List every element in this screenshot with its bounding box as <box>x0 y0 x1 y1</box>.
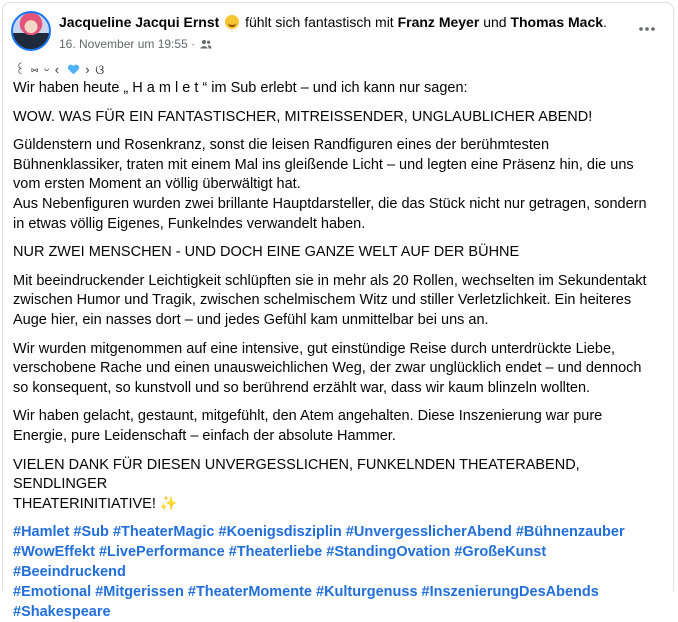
thanks-line-2: THEATERINITIATIVE! ✨ <box>13 495 661 515</box>
blue-heart-icon <box>68 65 78 74</box>
hashtag-link[interactable]: #StandingOvation <box>326 544 450 560</box>
more-dots-icon <box>639 27 655 31</box>
hashtag-link[interactable]: #Sub <box>73 524 108 540</box>
sparkles-icon: ✨ <box>159 495 178 512</box>
feeling-text: fühlt sich fantastisch mit <box>245 14 394 30</box>
paragraph-line: Aus Nebenfiguren wurden zwei brillante H… <box>13 195 647 212</box>
paragraph-line: VIELEN DANK FÜR DIESEN UNVERGESSLICHEN, … <box>13 456 580 493</box>
post-author-line: Jacqueline Jacqui Ernst fühlt sich fanta… <box>59 13 607 31</box>
hashtag-link[interactable]: #WowEffekt <box>13 544 95 560</box>
author-name[interactable]: Jacqueline Jacqui Ernst <box>59 14 219 30</box>
paragraph-3: Wir wurden mitgenommen auf eine intensiv… <box>13 340 661 399</box>
and-text: und <box>483 14 507 30</box>
subheadline: NUR ZWEI MENSCHEN - UND DOCH EINE GANZE … <box>13 244 520 261</box>
friends-icon[interactable] <box>200 39 212 49</box>
hashtag-link[interactable]: #InszenierungDesAbends <box>422 584 599 600</box>
hashtag-link[interactable]: #Kulturgenuss <box>316 584 418 600</box>
paragraph-4: Wir haben gelacht, gestaunt, mitgefühlt,… <box>13 407 661 446</box>
headline: WOW. WAS FÜR EIN FANTASTISCHER, MITREISS… <box>13 108 593 125</box>
tagged-person-2[interactable]: Thomas Mack <box>510 14 603 30</box>
post-card: Jacqueline Jacqui Ernst fühlt sich fanta… <box>2 2 674 620</box>
thanks-text: THEATERINITIATIVE! <box>13 495 156 512</box>
hashtag-link[interactable]: #Shakespeare <box>13 604 111 620</box>
decoration-line: ꒰ ⑅ ᵕ ‹ › ଓ <box>15 63 661 79</box>
hashtag-link[interactable]: #TheaterMagic <box>113 524 215 540</box>
tagged-person-1[interactable]: Franz Meyer <box>398 14 480 30</box>
hashtag-link[interactable]: #GroßeKunst <box>454 544 546 560</box>
hashtag-link[interactable]: #Emotional <box>13 584 91 600</box>
thanks-paragraph: VIELEN DANK FÜR DIESEN UNVERGESSLICHEN, … <box>13 456 661 515</box>
paragraph-line: so konsequent, so kunstvoll und so berüh… <box>13 379 591 396</box>
hashtag-link[interactable]: #Koenigsdisziplin <box>219 524 342 540</box>
decoration-right: › ଓ <box>85 62 106 77</box>
paragraph-line: Güldenstern und Rosenkranz, sonst die le… <box>13 137 550 154</box>
paragraph-line: Bühnenklassiker, traten mit einem Mal in… <box>13 156 634 173</box>
paragraph-2: Mit beeindruckender Leichtigkeit schlüpf… <box>13 272 661 331</box>
paragraph-1: Güldenstern und Rosenkranz, sonst die le… <box>13 136 661 234</box>
hashtag-link[interactable]: #Beeindruckend <box>13 564 126 580</box>
hashtag-link[interactable]: #UnvergesslicherAbend <box>346 524 512 540</box>
paragraph-line: Wir haben gelacht, gestaunt, mitgefühlt,… <box>13 408 603 425</box>
decoration-left: ꒰ ⑅ ᵕ ‹ <box>15 62 61 77</box>
hashtag-link[interactable]: #TheaterMomente <box>188 584 312 600</box>
hashtag-link[interactable]: #Bühnenzauber <box>516 524 625 540</box>
paragraph-line: Mit beeindruckender Leichtigkeit schlüpf… <box>13 272 647 289</box>
paragraph-line: vom ersten Moment an völlig überwältigt … <box>13 176 301 193</box>
paragraph-line: Energie, pure Leidenschaft – einfach der… <box>13 427 396 444</box>
post-header: Jacqueline Jacqui Ernst fühlt sich fanta… <box>11 11 665 55</box>
avatar[interactable] <box>11 11 51 51</box>
hashtag-link[interactable]: #Theaterliebe <box>229 544 323 560</box>
paragraph-line: zwischen Humor und Tragik, zwischen sche… <box>13 292 632 309</box>
meta-separator: · <box>191 37 196 51</box>
hashtag-link[interactable]: #Hamlet <box>13 524 69 540</box>
feeling-emoji-icon <box>225 15 240 29</box>
paragraph-line: Wir wurden mitgenommen auf eine intensiv… <box>13 340 616 357</box>
hashtag-list: #Hamlet #Sub #TheaterMagic #Koenigsdiszi… <box>13 522 661 622</box>
more-options-button[interactable] <box>633 15 661 43</box>
period-text: . <box>603 14 607 30</box>
paragraph-line: verschobene Rache und einen unausweichli… <box>13 360 642 377</box>
post-body: ꒰ ⑅ ᵕ ‹ › ଓ Wir haben heute „ H a m l e … <box>13 63 661 622</box>
hashtag-link[interactable]: #Mitgerissen <box>95 584 184 600</box>
post-meta: 16. November um 19:55 · <box>59 36 212 52</box>
hashtag-link[interactable]: #LivePerformance <box>99 544 225 560</box>
intro-line: Wir haben heute „ H a m l e t “ im Sub e… <box>13 80 468 96</box>
paragraph-line: Auge hier, ein nasses dort – und jedes G… <box>13 311 489 328</box>
post-timestamp[interactable]: 16. November um 19:55 <box>59 37 188 51</box>
paragraph-line: in etwas völlig Eigenes, Funkelndes verw… <box>13 215 366 232</box>
